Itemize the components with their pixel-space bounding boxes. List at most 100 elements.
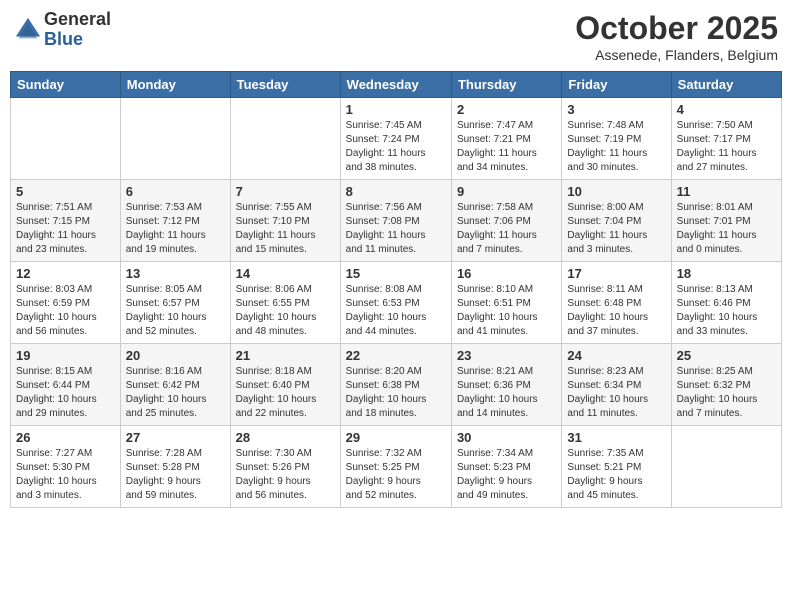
logo-blue-text: Blue [44, 30, 111, 50]
day-info: Sunrise: 7:48 AM Sunset: 7:19 PM Dayligh… [567, 119, 665, 175]
day-number: 22 [346, 348, 446, 363]
day-header-thursday: Thursday [451, 72, 561, 98]
day-number: 13 [126, 266, 225, 281]
day-header-friday: Friday [562, 72, 671, 98]
day-number: 31 [567, 430, 665, 445]
day-header-wednesday: Wednesday [340, 72, 451, 98]
day-info: Sunrise: 7:30 AM Sunset: 5:26 PM Dayligh… [236, 447, 335, 503]
day-info: Sunrise: 8:18 AM Sunset: 6:40 PM Dayligh… [236, 365, 335, 421]
day-number: 3 [567, 102, 665, 117]
day-number: 30 [457, 430, 556, 445]
day-info: Sunrise: 7:56 AM Sunset: 7:08 PM Dayligh… [346, 201, 446, 257]
calendar-cell: 17Sunrise: 8:11 AM Sunset: 6:48 PM Dayli… [562, 262, 671, 344]
day-number: 5 [16, 184, 115, 199]
title-section: October 2025 Assenede, Flanders, Belgium [575, 10, 778, 63]
calendar-cell: 29 Sunrise: 7:32 AM Sunset: 5:25 PM Dayli… [340, 426, 451, 508]
calendar-week-row: 12 Sunrise: 8:03 AM Sunset: 6:59 PM Dayli… [11, 262, 782, 344]
calendar-cell [11, 98, 121, 180]
calendar-cell: 3 Sunrise: 7:48 AM Sunset: 7:19 PM Daylig… [562, 98, 671, 180]
calendar-cell: 6Sunrise: 7:53 AM Sunset: 7:12 PM Daylig… [120, 180, 230, 262]
calendar-cell: 28 Sunrise: 7:30 AM Sunset: 5:26 PM Dayli… [230, 426, 340, 508]
day-header-sunday: Sunday [11, 72, 121, 98]
calendar-cell [671, 426, 781, 508]
calendar-cell: 7 Sunrise: 7:55 AM Sunset: 7:10 PM Daylig… [230, 180, 340, 262]
calendar-cell: 12 Sunrise: 8:03 AM Sunset: 6:59 PM Dayli… [11, 262, 121, 344]
day-info: Sunrise: 8:23 AM Sunset: 6:34 PM Dayligh… [567, 365, 665, 421]
day-number: 21 [236, 348, 335, 363]
calendar-cell: 5 Sunrise: 7:51 AM Sunset: 7:15 PM Daylig… [11, 180, 121, 262]
calendar-cell: 13Sunrise: 8:05 AM Sunset: 6:57 PM Dayli… [120, 262, 230, 344]
calendar-cell: 25Sunrise: 8:25 AM Sunset: 6:32 PM Dayli… [671, 344, 781, 426]
day-number: 16 [457, 266, 556, 281]
day-header-saturday: Saturday [671, 72, 781, 98]
day-number: 26 [16, 430, 115, 445]
calendar-cell: 9 Sunrise: 7:58 AM Sunset: 7:06 PM Daylig… [451, 180, 561, 262]
day-info: Sunrise: 7:55 AM Sunset: 7:10 PM Dayligh… [236, 201, 335, 257]
day-number: 9 [457, 184, 556, 199]
calendar-cell: 21 Sunrise: 8:18 AM Sunset: 6:40 PM Dayli… [230, 344, 340, 426]
calendar-cell: 22Sunrise: 8:20 AM Sunset: 6:38 PM Dayli… [340, 344, 451, 426]
calendar-cell: 31 Sunrise: 7:35 AM Sunset: 5:21 PM Dayli… [562, 426, 671, 508]
calendar-cell: 4 Sunrise: 7:50 AM Sunset: 7:17 PM Daylig… [671, 98, 781, 180]
calendar-cell: 10 Sunrise: 8:00 AM Sunset: 7:04 PM Dayli… [562, 180, 671, 262]
day-info: Sunrise: 7:32 AM Sunset: 5:25 PM Dayligh… [346, 447, 446, 503]
calendar-cell: 26 Sunrise: 7:27 AM Sunset: 5:30 PM Dayli… [11, 426, 121, 508]
calendar-week-row: 19 Sunrise: 8:15 AM Sunset: 6:44 PM Dayli… [11, 344, 782, 426]
day-info: Sunrise: 7:53 AM Sunset: 7:12 PM Dayligh… [126, 201, 225, 257]
day-info: Sunrise: 8:25 AM Sunset: 6:32 PM Dayligh… [677, 365, 776, 421]
day-info: Sunrise: 7:28 AM Sunset: 5:28 PM Dayligh… [126, 447, 225, 503]
day-info: Sunrise: 8:15 AM Sunset: 6:44 PM Dayligh… [16, 365, 115, 421]
calendar-cell: 24 Sunrise: 8:23 AM Sunset: 6:34 PM Dayli… [562, 344, 671, 426]
calendar-cell: 16Sunrise: 8:10 AM Sunset: 6:51 PM Dayli… [451, 262, 561, 344]
day-number: 24 [567, 348, 665, 363]
day-info: Sunrise: 8:13 AM Sunset: 6:46 PM Dayligh… [677, 283, 776, 339]
day-info: Sunrise: 7:45 AM Sunset: 7:24 PM Dayligh… [346, 119, 446, 175]
day-number: 20 [126, 348, 225, 363]
day-number: 12 [16, 266, 115, 281]
day-info: Sunrise: 7:51 AM Sunset: 7:15 PM Dayligh… [16, 201, 115, 257]
calendar-cell: 20Sunrise: 8:16 AM Sunset: 6:42 PM Dayli… [120, 344, 230, 426]
day-info: Sunrise: 7:58 AM Sunset: 7:06 PM Dayligh… [457, 201, 556, 257]
month-title: October 2025 [575, 10, 778, 47]
calendar-cell: 11 Sunrise: 8:01 AM Sunset: 7:01 PM Dayli… [671, 180, 781, 262]
calendar-cell [230, 98, 340, 180]
day-number: 2 [457, 102, 556, 117]
day-info: Sunrise: 8:21 AM Sunset: 6:36 PM Dayligh… [457, 365, 556, 421]
calendar-week-row: 5 Sunrise: 7:51 AM Sunset: 7:15 PM Daylig… [11, 180, 782, 262]
day-info: Sunrise: 7:47 AM Sunset: 7:21 PM Dayligh… [457, 119, 556, 175]
page-header: General Blue October 2025 Assenede, Flan… [10, 10, 782, 63]
calendar-week-row: 26 Sunrise: 7:27 AM Sunset: 5:30 PM Dayli… [11, 426, 782, 508]
day-number: 10 [567, 184, 665, 199]
day-number: 11 [677, 184, 776, 199]
calendar-cell: 15Sunrise: 8:08 AM Sunset: 6:53 PM Dayli… [340, 262, 451, 344]
day-info: Sunrise: 8:11 AM Sunset: 6:48 PM Dayligh… [567, 283, 665, 339]
day-info: Sunrise: 8:03 AM Sunset: 6:59 PM Dayligh… [16, 283, 115, 339]
day-number: 1 [346, 102, 446, 117]
day-info: Sunrise: 7:27 AM Sunset: 5:30 PM Dayligh… [16, 447, 115, 503]
calendar-week-row: 1 Sunrise: 7:45 AM Sunset: 7:24 PM Daylig… [11, 98, 782, 180]
day-info: Sunrise: 8:01 AM Sunset: 7:01 PM Dayligh… [677, 201, 776, 257]
day-header-tuesday: Tuesday [230, 72, 340, 98]
calendar-cell: 23 Sunrise: 8:21 AM Sunset: 6:36 PM Dayli… [451, 344, 561, 426]
day-number: 23 [457, 348, 556, 363]
day-number: 7 [236, 184, 335, 199]
day-number: 28 [236, 430, 335, 445]
logo-general-text: General [44, 10, 111, 30]
day-info: Sunrise: 8:06 AM Sunset: 6:55 PM Dayligh… [236, 283, 335, 339]
calendar-cell: 18 Sunrise: 8:13 AM Sunset: 6:46 PM Dayli… [671, 262, 781, 344]
calendar-cell: 19 Sunrise: 8:15 AM Sunset: 6:44 PM Dayli… [11, 344, 121, 426]
logo: General Blue [14, 10, 111, 50]
day-number: 8 [346, 184, 446, 199]
day-number: 29 [346, 430, 446, 445]
calendar-cell: 30Sunrise: 7:34 AM Sunset: 5:23 PM Dayli… [451, 426, 561, 508]
day-number: 18 [677, 266, 776, 281]
calendar-cell [120, 98, 230, 180]
day-number: 19 [16, 348, 115, 363]
day-number: 14 [236, 266, 335, 281]
logo-text: General Blue [44, 10, 111, 50]
day-info: Sunrise: 7:50 AM Sunset: 7:17 PM Dayligh… [677, 119, 776, 175]
day-info: Sunrise: 8:00 AM Sunset: 7:04 PM Dayligh… [567, 201, 665, 257]
day-info: Sunrise: 7:35 AM Sunset: 5:21 PM Dayligh… [567, 447, 665, 503]
calendar-cell: 8 Sunrise: 7:56 AM Sunset: 7:08 PM Daylig… [340, 180, 451, 262]
day-number: 4 [677, 102, 776, 117]
